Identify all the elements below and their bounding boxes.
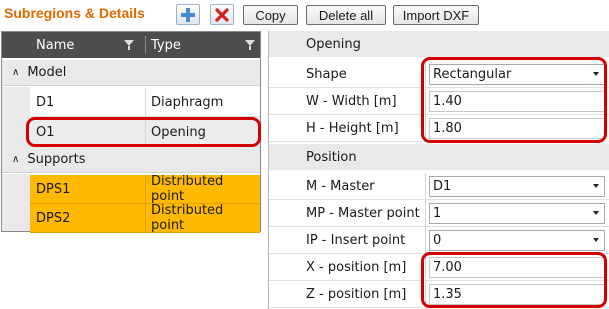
column-header-name[interactable]: Name (36, 32, 140, 58)
z-position-input[interactable]: 1.35 (429, 284, 605, 305)
row-name: D1 (36, 94, 55, 110)
dropdown-value: 0 (433, 233, 442, 248)
property-label: M - Master (306, 179, 375, 194)
table-row[interactable]: DPS1 Distributed point (30, 174, 260, 204)
property-label: Shape (306, 67, 347, 82)
dropdown-value: D1 (433, 179, 452, 194)
plus-icon (181, 7, 195, 22)
delete-x-icon (215, 7, 229, 22)
chevron-down-icon (593, 184, 599, 188)
section-title: Position (306, 149, 357, 165)
dropdown-value: 1 (433, 206, 442, 221)
section-opening[interactable]: Opening (269, 31, 609, 57)
property-height: H - Height [m] 1.80 (269, 115, 609, 142)
group-model[interactable]: ∧ Model (2, 60, 260, 86)
property-master-point: MP - Master point 1 (269, 200, 609, 227)
row-type: Opening (151, 124, 206, 140)
subregions-grid: Name Type ∧ Model D1 Diaphragm O1 Openin… (1, 31, 261, 233)
table-row[interactable]: D1 Diaphragm (30, 88, 260, 117)
shape-dropdown[interactable]: Rectangular (429, 64, 605, 85)
delete-all-button[interactable]: Delete all (306, 5, 386, 25)
property-label: Z - position [m] (306, 287, 407, 302)
width-input[interactable]: 1.40 (429, 91, 605, 112)
property-label: MP - Master point (306, 206, 420, 221)
column-type-label: Type (151, 37, 181, 53)
column-header-type[interactable]: Type (151, 32, 259, 58)
panel-title: Subregions & Details (4, 5, 145, 21)
chevron-down-icon (593, 72, 599, 76)
property-label: IP - Insert point (306, 233, 406, 248)
property-x-position: X - position [m] 7.00 (269, 254, 609, 281)
group-supports[interactable]: ∧ Supports (2, 147, 260, 173)
filter-icon[interactable] (124, 40, 134, 50)
row-type: Distributed point (151, 203, 224, 233)
table-row[interactable]: DPS2 Distributed point (30, 203, 260, 233)
properties-panel: Opening Shape Rectangular W - Width [m] … (268, 31, 609, 309)
chevron-down-icon (593, 238, 599, 242)
property-width: W - Width [m] 1.40 (269, 88, 609, 115)
master-dropdown[interactable]: D1 (429, 176, 605, 197)
add-button[interactable] (176, 4, 200, 25)
master-point-dropdown[interactable]: 1 (429, 203, 605, 224)
property-label: H - Height [m] (306, 121, 399, 136)
collapse-caret-icon[interactable]: ∧ (12, 67, 19, 78)
table-row[interactable]: O1 Opening (30, 118, 260, 147)
import-dxf-button[interactable]: Import DXF (393, 5, 479, 25)
row-name: DPS1 (36, 181, 71, 197)
property-insert-point: IP - Insert point 0 (269, 227, 609, 254)
section-position[interactable]: Position (269, 144, 609, 170)
filter-icon[interactable] (245, 40, 255, 50)
dropdown-value: Rectangular (433, 67, 512, 82)
column-name-label: Name (36, 37, 75, 53)
row-type: Diaphragm (151, 94, 224, 110)
chevron-down-icon (593, 211, 599, 215)
insert-point-dropdown[interactable]: 0 (429, 230, 605, 251)
collapse-caret-icon[interactable]: ∧ (12, 154, 19, 165)
group-label: Model (27, 65, 67, 80)
property-label: W - Width [m] (306, 94, 397, 109)
row-type: Distributed point (151, 174, 224, 204)
section-title: Opening (306, 36, 361, 52)
group-label: Supports (27, 152, 86, 167)
height-input[interactable]: 1.80 (429, 118, 605, 139)
property-z-position: Z - position [m] 1.35 (269, 281, 609, 308)
copy-button[interactable]: Copy (243, 5, 298, 25)
property-label: X - position [m] (306, 260, 407, 275)
grid-header: Name Type (2, 32, 260, 58)
row-name: O1 (36, 124, 55, 140)
delete-button[interactable] (210, 4, 234, 25)
row-name: DPS2 (36, 210, 71, 226)
property-shape: Shape Rectangular (269, 61, 609, 88)
property-master: M - Master D1 (269, 173, 609, 200)
x-position-input[interactable]: 7.00 (429, 257, 605, 278)
